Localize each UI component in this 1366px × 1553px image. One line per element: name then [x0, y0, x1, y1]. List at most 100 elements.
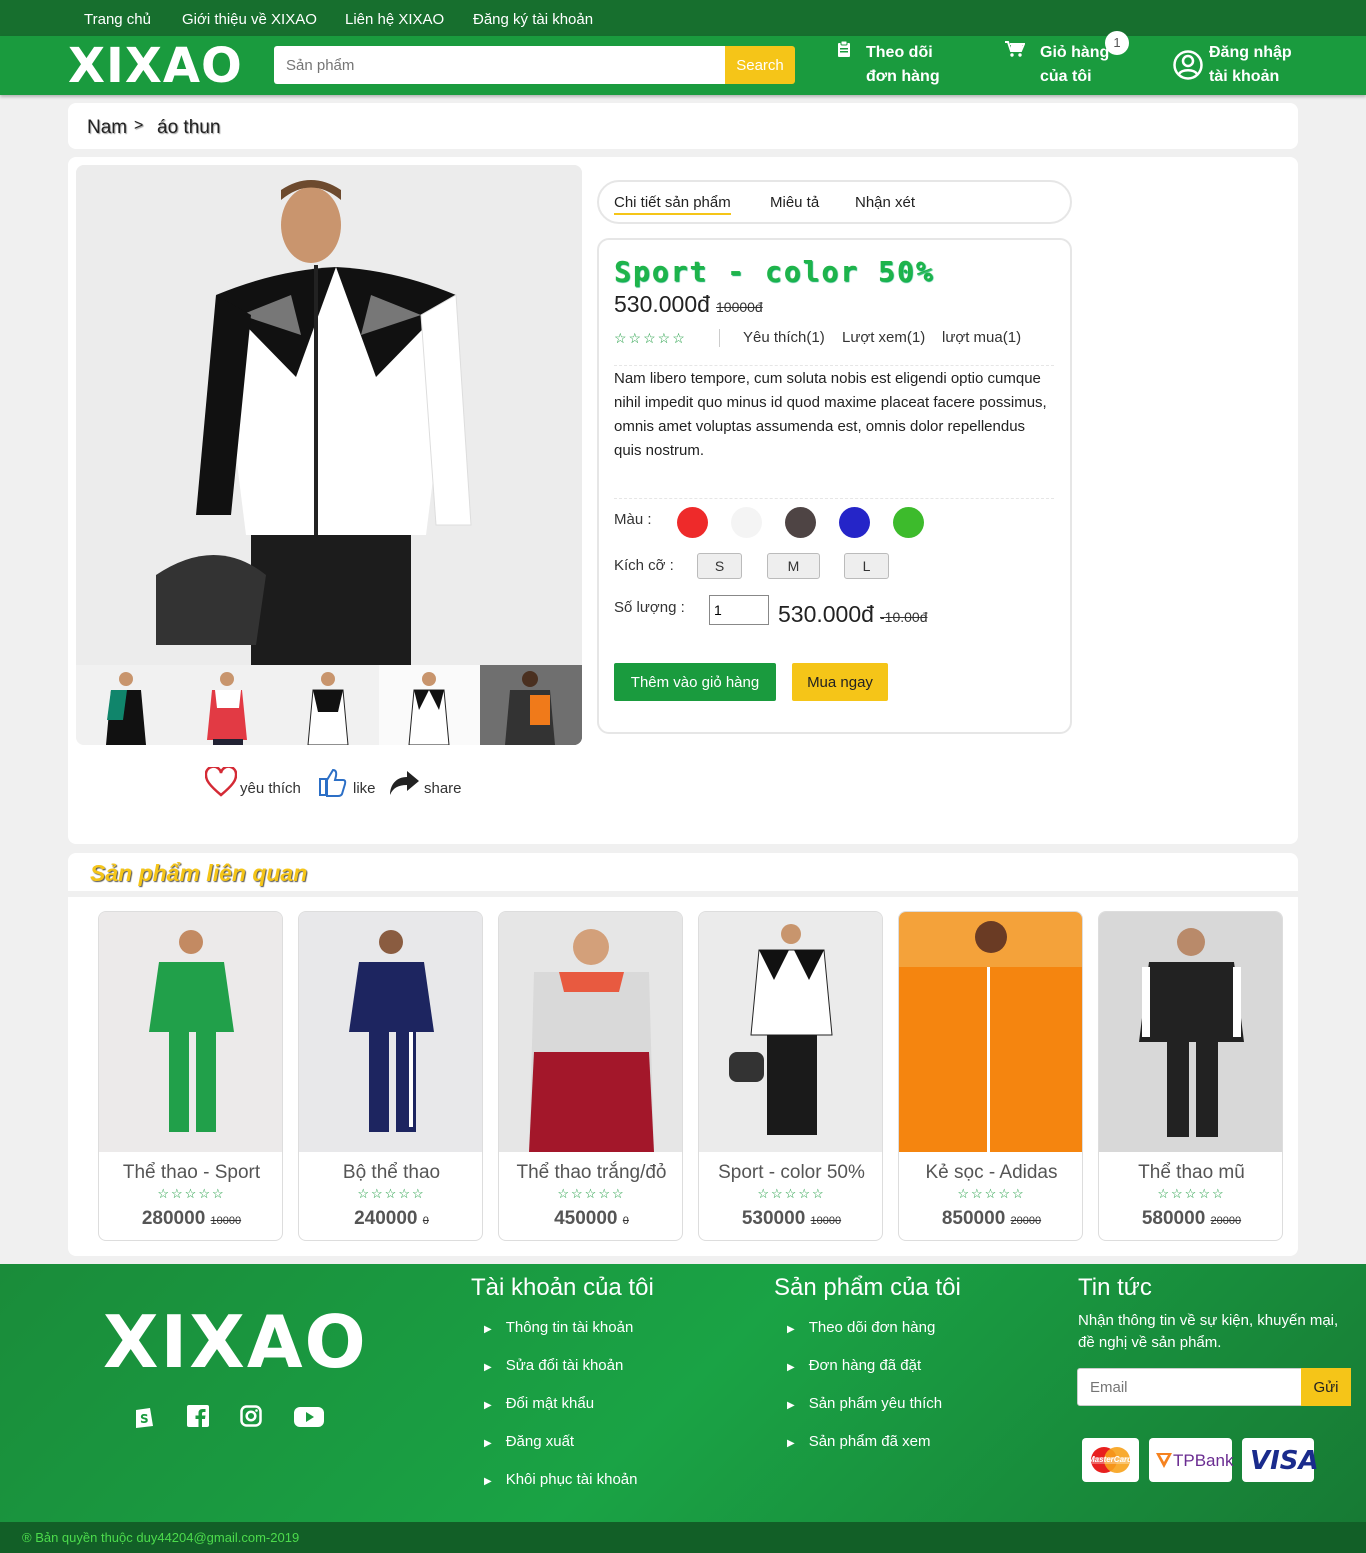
newsletter-email-input[interactable]	[1077, 1368, 1302, 1406]
size-m[interactable]: M	[767, 553, 820, 579]
footer-link[interactable]: ▶ Thông tin tài khoản	[484, 1319, 637, 1357]
color-swatch-red[interactable]	[677, 507, 708, 538]
search-input[interactable]	[274, 46, 725, 84]
footer-link[interactable]: ▶ Đơn hàng đã đặt	[787, 1357, 942, 1395]
product-card-rating: ☆☆☆☆☆	[157, 1186, 226, 1201]
buys-count: lượt mua(1)	[942, 329, 1022, 346]
youtube-icon[interactable]	[294, 1407, 324, 1432]
product-main-image	[76, 165, 582, 665]
footer-news-text: Nhận thông tin về sự kiện, khuyến mại, đ…	[1078, 1312, 1339, 1351]
cart-link[interactable]: Giỏ hàng của tôi	[1040, 41, 1109, 89]
product-card-price: 580000 20000	[1141, 1208, 1242, 1229]
total-old-price: -10.00đ	[880, 609, 928, 625]
product-description: Nam libero tempore, cum soluta nobis est…	[614, 370, 1047, 459]
product-card-name: Kẻ sọc - Adidas	[925, 1162, 1058, 1183]
footer-logo: XIXAO	[103, 1300, 368, 1384]
cart-icon	[1005, 41, 1026, 62]
like-label[interactable]: like	[353, 780, 376, 797]
login-link[interactable]: Đăng nhập tài khoản	[1209, 41, 1292, 89]
product-card[interactable]: Kẻ sọc - Adidas ☆☆☆☆☆ 850000 20000	[898, 911, 1083, 1241]
mastercard-logo: MasterCard	[1082, 1438, 1139, 1482]
user-icon	[1173, 50, 1203, 85]
footer-news-title: Tin tức	[1078, 1274, 1152, 1301]
product-card-image	[1099, 912, 1282, 1152]
caret-right-icon: ▶	[787, 1362, 795, 1373]
nav-register[interactable]: Đăng ký tài khoản	[473, 11, 593, 28]
share-label[interactable]: share	[424, 780, 462, 797]
heart-icon[interactable]	[204, 765, 238, 802]
track-order-link[interactable]: Theo dõi đơn hàng	[866, 41, 940, 89]
visa-logo: VISA	[1242, 1438, 1319, 1482]
color-swatch-dark-brown[interactable]	[785, 507, 816, 538]
product-card-rating: ☆☆☆☆☆	[757, 1186, 826, 1201]
footer-account-title: Tài khoản của tôi	[471, 1274, 654, 1301]
product-card-name: Thể thao trắng/đỏ	[516, 1162, 667, 1183]
footer-link[interactable]: ▶ Đổi mật khẩu	[484, 1395, 637, 1433]
footer-product-links: ▶ Theo dõi đơn hàng ▶ Đơn hàng đã đặt ▶ Sản…	[787, 1319, 942, 1471]
color-swatch-green[interactable]	[893, 507, 924, 538]
size-l[interactable]: L	[844, 553, 889, 579]
buy-now-button[interactable]: Mua ngay	[792, 663, 888, 701]
thumb-4[interactable]	[379, 665, 480, 745]
product-card[interactable]: Thể thao mũ ☆☆☆☆☆ 580000 20000	[1098, 911, 1283, 1241]
tab-description[interactable]: Miêu tả	[770, 194, 819, 211]
product-card[interactable]: Sport - color 50% ☆☆☆☆☆ 530000 10000	[698, 911, 883, 1241]
color-swatch-blue[interactable]	[839, 507, 870, 538]
size-label: Kích cỡ :	[614, 557, 674, 574]
share-icon[interactable]	[388, 769, 420, 802]
product-card-image	[899, 912, 1082, 1152]
product-card-price: 850000 20000	[941, 1208, 1042, 1229]
thumb-3[interactable]	[278, 665, 379, 745]
footer-link[interactable]: ▶ Khôi phục tài khoản	[484, 1471, 637, 1509]
instagram-icon[interactable]	[240, 1405, 262, 1432]
color-swatch-white[interactable]	[731, 507, 762, 538]
product-tabs: Chi tiết sản phẩm Miêu tả Nhận xét	[597, 180, 1072, 224]
product-card-image	[699, 912, 882, 1152]
favorite-label[interactable]: yêu thích	[240, 780, 301, 797]
thumbs-up-icon[interactable]	[318, 767, 348, 802]
likes-count: Yêu thích(1)	[743, 329, 825, 346]
product-card-rating: ☆☆☆☆☆	[557, 1186, 626, 1201]
product-price: 530.000đ	[614, 291, 710, 317]
search-button[interactable]: Search	[725, 46, 795, 84]
add-to-cart-button[interactable]: Thêm vào giỏ hàng	[614, 663, 776, 701]
rating-stars[interactable]: ☆☆☆☆☆	[614, 330, 687, 347]
copyright-bar: ® Bản quyền thuộc duy44204@gmail.com-201…	[0, 1522, 1366, 1553]
footer-link[interactable]: ▶ Đăng xuất	[484, 1433, 637, 1471]
product-card-rating: ☆☆☆☆☆	[957, 1186, 1026, 1201]
divider	[614, 365, 1054, 366]
thumb-5[interactable]	[480, 665, 582, 745]
newsletter-send-button[interactable]: Gửi	[1301, 1368, 1351, 1406]
thumb-2[interactable]	[177, 665, 278, 745]
product-card-image	[499, 912, 682, 1152]
nav-about[interactable]: Giới thiệu về XIXAO	[182, 11, 317, 28]
product-card[interactable]: Bộ thể thao ☆☆☆☆☆ 240000 0	[298, 911, 483, 1241]
caret-right-icon: ▶	[484, 1400, 492, 1411]
tab-details[interactable]: Chi tiết sản phẩm	[614, 194, 731, 215]
tpbank-logo: TPBank	[1149, 1438, 1233, 1482]
product-card-image	[299, 912, 482, 1152]
product-card-rating: ☆☆☆☆☆	[1157, 1186, 1226, 1201]
facebook-icon[interactable]	[187, 1405, 209, 1432]
caret-right-icon: ▶	[484, 1438, 492, 1449]
product-title: Sport - color 50%	[614, 255, 935, 288]
footer-link[interactable]: ▶ Sửa đổi tài khoản	[484, 1357, 637, 1395]
product-card[interactable]: Thể thao - Sport ☆☆☆☆☆ 280000 10000	[98, 911, 283, 1241]
product-card-image	[99, 912, 282, 1152]
product-card[interactable]: Thể thao trắng/đỏ ☆☆☆☆☆ 450000 0	[498, 911, 683, 1241]
breadcrumb-nam[interactable]: Nam	[87, 117, 127, 139]
thumb-1[interactable]	[76, 665, 177, 745]
footer-product-title: Sản phẩm của tôi	[774, 1274, 961, 1301]
footer-link[interactable]: ▶ Theo dõi đơn hàng	[787, 1319, 942, 1357]
site-logo[interactable]: XIXAO	[68, 40, 243, 92]
views-count: Lượt xem(1)	[842, 329, 926, 346]
footer-link[interactable]: ▶ Sản phẩm yêu thích	[787, 1395, 942, 1433]
breadcrumb-current[interactable]: áo thun	[157, 117, 220, 139]
footer-link[interactable]: ▶ Sản phẩm đã xem	[787, 1433, 942, 1471]
nav-home[interactable]: Trang chủ	[84, 11, 151, 28]
nav-contact[interactable]: Liên hệ XIXAO	[345, 11, 444, 28]
size-s[interactable]: S	[697, 553, 742, 579]
tab-reviews[interactable]: Nhận xét	[855, 194, 915, 211]
shopify-icon[interactable]: S	[133, 1404, 155, 1433]
quantity-input[interactable]	[709, 595, 769, 625]
